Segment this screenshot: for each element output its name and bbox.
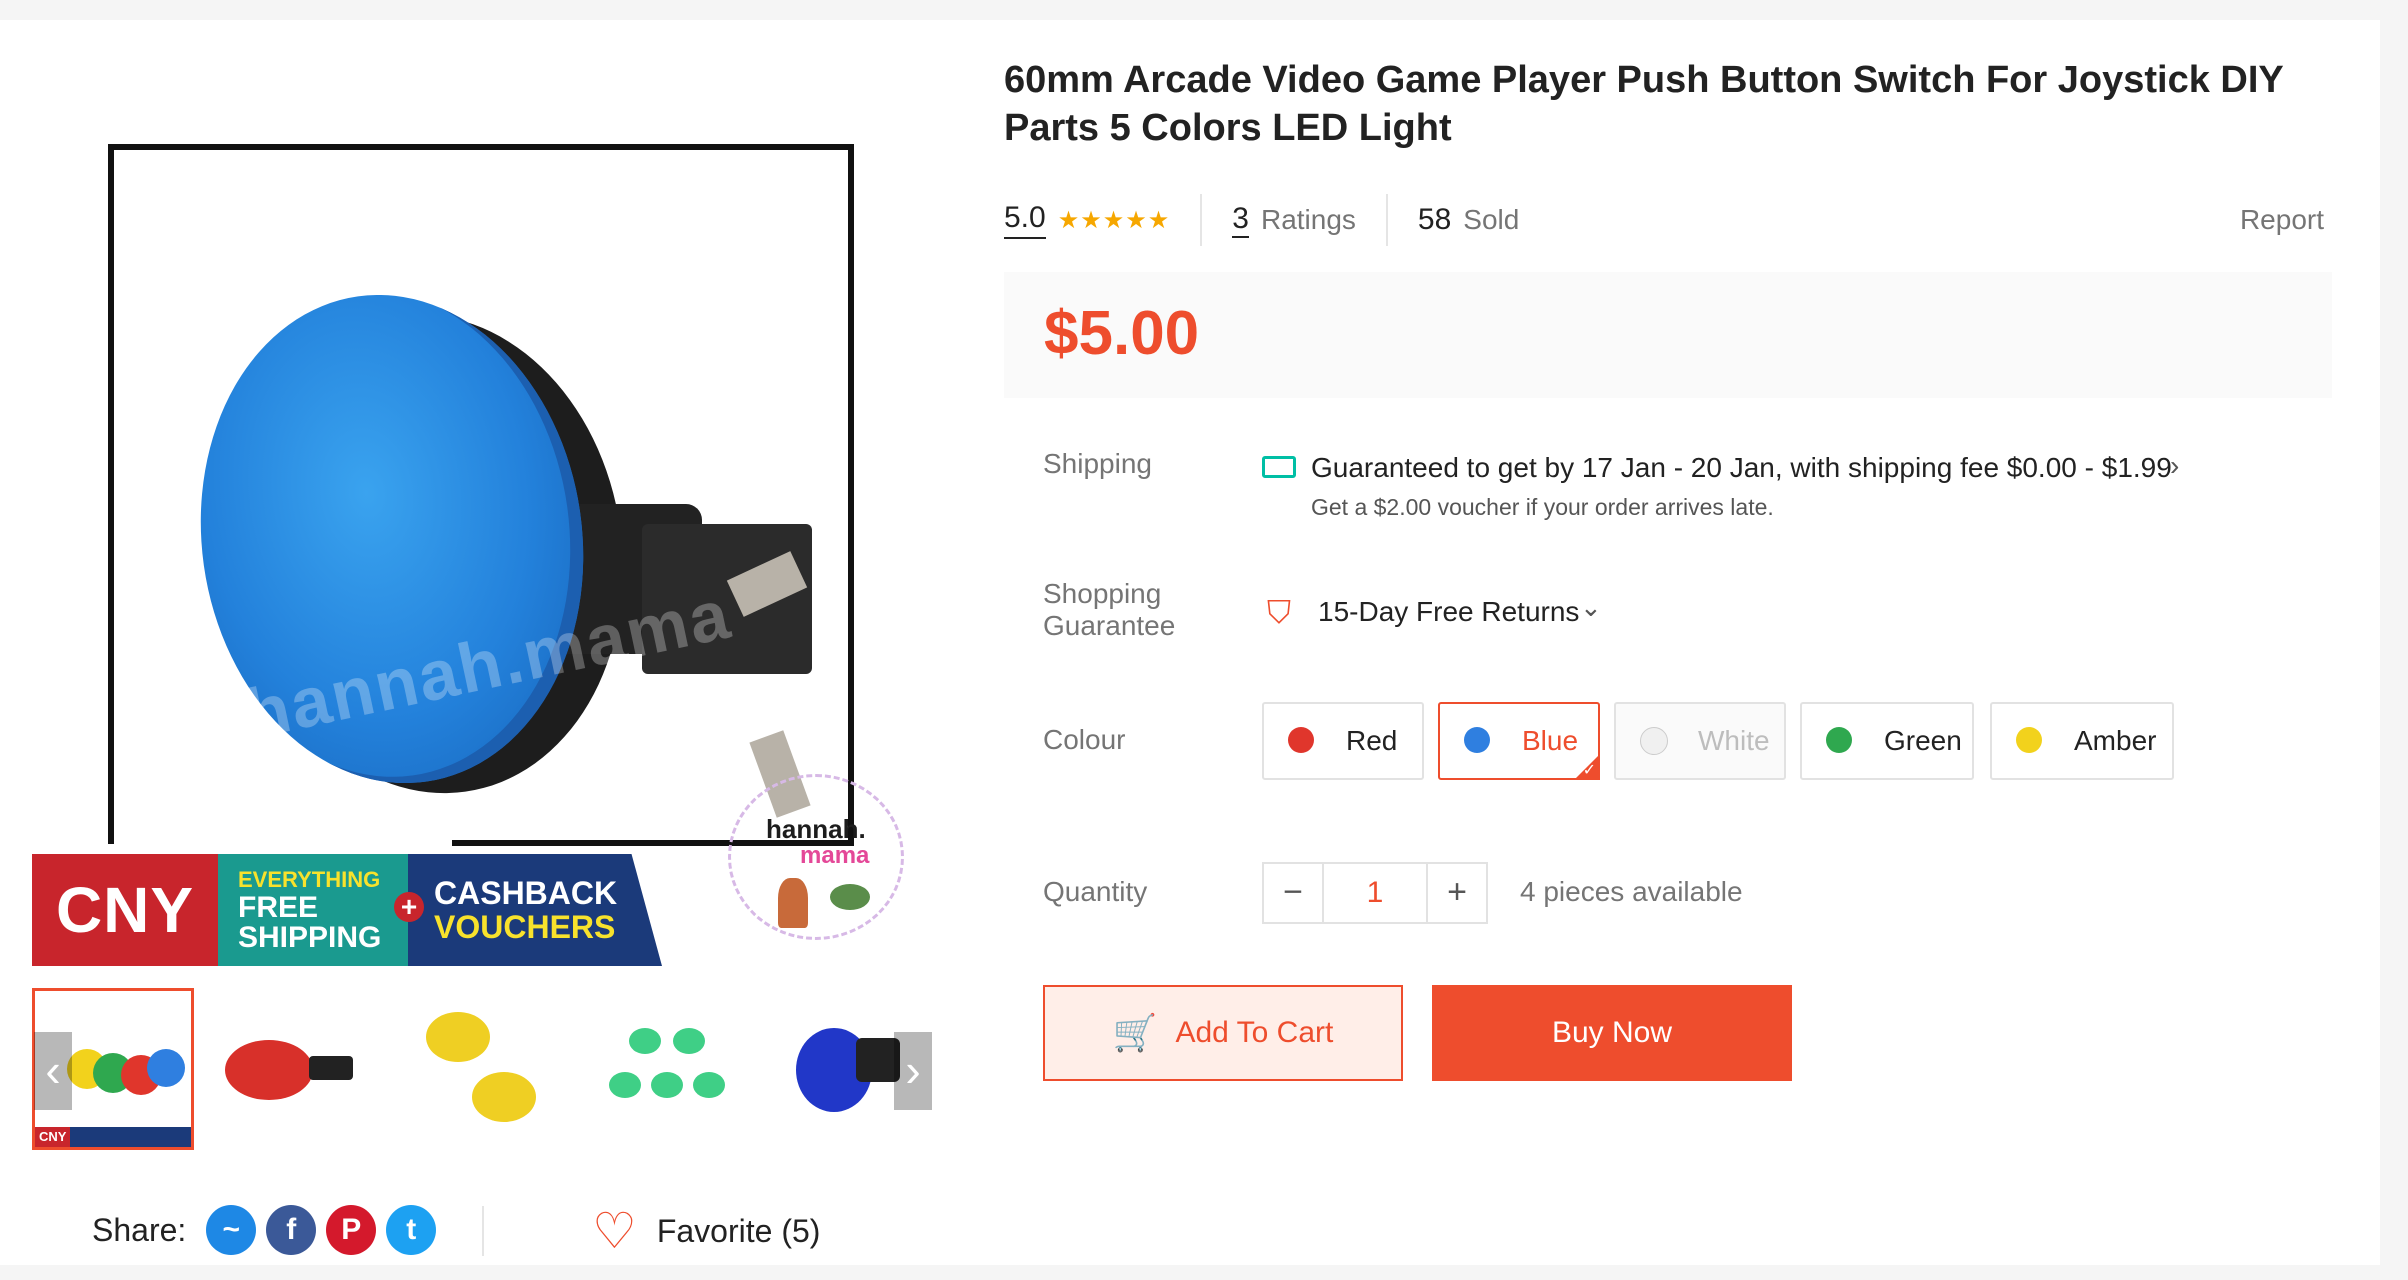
shop-logo: hannah. mama — [718, 774, 918, 944]
rating-value[interactable]: 5.0 — [1004, 201, 1046, 239]
mini-promo-banner: CNY — [35, 1127, 191, 1147]
colour-option-amber[interactable]: Amber — [1990, 702, 2174, 780]
blue-button-thumb — [147, 1049, 185, 1087]
promo-free-shipping: EVERYTHING FREE SHIPPING — [218, 854, 408, 966]
promo-cny: CNY — [32, 854, 218, 966]
price-box: $5.00 — [1004, 272, 2332, 398]
buy-now-label: Buy Now — [1551, 1016, 1673, 1049]
colour-option-label: White — [1698, 725, 1770, 756]
thumbnail-strip: CNY ‹ › — [32, 988, 932, 1150]
colour-option-blue[interactable]: Blue ✓ — [1438, 702, 1600, 780]
sold-label: Sold — [1463, 204, 1520, 235]
amber-swatch-icon — [2012, 721, 2052, 761]
pinterest-icon[interactable]: P — [326, 1205, 377, 1255]
stats-divider — [1385, 194, 1388, 246]
heart-icon: ♡ — [592, 1203, 637, 1259]
colour-option-label: Blue — [1522, 725, 1579, 756]
shop-logo-line1: hannah. — [766, 814, 866, 844]
guarantee-label-line1: Shopping — [1043, 578, 1162, 609]
stats-divider — [1200, 194, 1203, 246]
promo-shipping: SHIPPING — [238, 921, 382, 954]
free-returns-text[interactable]: 15-Day Free Returns — [1318, 596, 1579, 628]
share-divider — [482, 1206, 484, 1256]
colour-option-label: Green — [1884, 725, 1962, 756]
favorite-button[interactable]: ♡ Favorite (5) — [592, 1206, 820, 1256]
green-button-thumb — [651, 1072, 683, 1098]
shipping-voucher-note: Get a $2.00 voucher if your order arrive… — [1311, 494, 1774, 520]
truck-icon — [1262, 456, 1296, 478]
amber-button-thumb — [426, 1012, 490, 1062]
buy-now-button[interactable]: Buy Now — [1432, 985, 1792, 1081]
green-button-thumb — [673, 1028, 705, 1054]
ratings-count[interactable]: 3 — [1232, 202, 1249, 238]
promo-cashback: CASHBACK VOUCHERS — [408, 854, 662, 966]
white-swatch-icon — [1636, 721, 1676, 761]
product-card: hannah.mama CNY EVERYTHING FREE SHIPPING… — [0, 20, 2380, 1265]
mini-promo-cny: CNY — [35, 1127, 71, 1147]
report-link[interactable]: Report — [2240, 204, 2324, 236]
favorite-label: Favorite (5) — [656, 1212, 821, 1249]
switch-thumb — [309, 1056, 353, 1080]
product-price: $5.00 — [1044, 299, 1200, 368]
messenger-icon[interactable]: ~ — [206, 1205, 257, 1255]
colour-option-label: Red — [1346, 725, 1398, 756]
promo-everything: EVERYTHING — [238, 867, 381, 892]
chevron-down-icon[interactable]: ⌄ — [1580, 592, 1602, 623]
promo-free: FREE — [238, 891, 319, 924]
shipping-guarantee-text[interactable]: Guaranteed to get by 17 Jan - 20 Jan, wi… — [1311, 452, 2172, 484]
shop-logo-line2: mama — [800, 842, 870, 869]
green-button-thumb — [609, 1072, 641, 1098]
shield-check-icon: ⛉ — [1266, 594, 1291, 630]
turtle-illustration — [830, 884, 870, 910]
colour-option-red[interactable]: Red — [1262, 702, 1424, 780]
promo-banner: CNY EVERYTHING FREE SHIPPING CASHBACK VO… — [32, 854, 662, 966]
product-title: 60mm Arcade Video Game Player Push Butto… — [1004, 59, 2284, 149]
twitter-icon[interactable]: t — [386, 1205, 437, 1255]
shipping-label: Shipping — [1043, 448, 1152, 479]
red-swatch-icon — [1284, 721, 1324, 761]
share-label: Share: — [92, 1211, 187, 1248]
green-button-thumb — [693, 1072, 725, 1098]
shopping-guarantee-label: Shopping Guarantee — [1043, 578, 1175, 642]
quantity-increase-button[interactable]: + — [1426, 862, 1488, 924]
colour-option-label: Amber — [2074, 725, 2157, 756]
colour-option-green[interactable]: Green — [1800, 702, 1974, 780]
thumbnail-prev-button[interactable]: ‹ — [34, 1032, 72, 1110]
add-to-cart-button[interactable]: 🛒 Add To Cart — [1043, 985, 1403, 1081]
thumbnail-3[interactable] — [402, 988, 564, 1150]
share-row: Share: ~ f P t — [92, 1200, 437, 1260]
quantity-decrease-button[interactable]: − — [1262, 862, 1324, 924]
star-rating-icon: ★★★★★ — [1057, 206, 1171, 234]
cart-plus-icon: 🛒 — [1112, 1012, 1158, 1053]
chevron-right-icon[interactable]: › — [2170, 450, 2179, 482]
facebook-icon[interactable]: f — [266, 1205, 317, 1255]
colour-label: Colour — [1043, 724, 1126, 755]
product-stats: 5.0 ★★★★★ 3 Ratings 58 Sold Report — [1004, 194, 2324, 246]
quantity-stepper: − 1 + — [1262, 862, 1488, 924]
thumbnail-4[interactable] — [587, 988, 749, 1150]
add-to-cart-label: Add To Cart — [1175, 1016, 1334, 1049]
quantity-input[interactable]: 1 — [1324, 862, 1426, 924]
stock-available: 4 pieces available — [1520, 876, 1743, 907]
blue-swatch-icon — [1460, 721, 1500, 761]
thumbnail-2[interactable] — [217, 988, 379, 1150]
sold-count: 58 — [1417, 203, 1452, 236]
colour-option-white: White — [1614, 702, 1786, 780]
promo-vouchers-text: VOUCHERS — [434, 909, 616, 945]
green-button-thumb — [629, 1028, 661, 1054]
mermaid-illustration — [778, 878, 808, 928]
guarantee-label-line2: Guarantee — [1043, 610, 1176, 641]
green-swatch-icon — [1822, 721, 1862, 761]
red-button-thumb — [225, 1040, 313, 1100]
quantity-label: Quantity — [1043, 876, 1148, 907]
thumbnail-next-button[interactable]: › — [894, 1032, 932, 1110]
ratings-label: Ratings — [1260, 204, 1356, 235]
amber-button-thumb — [472, 1072, 536, 1122]
check-icon: ✓ — [1582, 762, 1596, 779]
promo-cashback-text: CASHBACK — [434, 875, 618, 911]
promo-plus-icon: + — [394, 892, 424, 922]
